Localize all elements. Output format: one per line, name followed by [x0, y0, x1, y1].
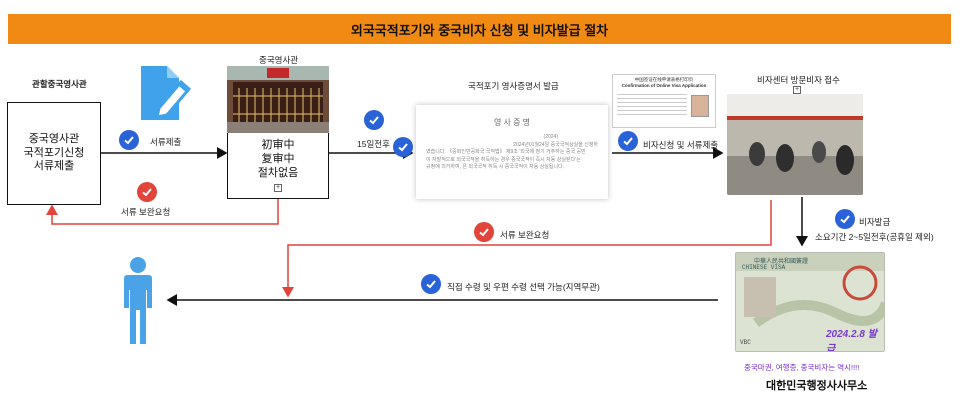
- visa-apply-label: 비자신청 및 서류제출: [643, 140, 719, 150]
- cert-line: 2024년01월24일 중국국적상실을 신청하: [513, 141, 598, 148]
- cert-line: 규정에 의거하여, 은 외국국적 취득 시 중국국적이 자동 상실됩니다.: [426, 164, 565, 170]
- visa-sticker-type: CHINESE VISA: [742, 264, 786, 271]
- days-label: 15일전후: [357, 139, 390, 149]
- status-line: 初审中: [261, 139, 295, 152]
- visa-form-title-en: Confirmation of Online Visa Application: [621, 83, 707, 88]
- cert-label: 국적포기 영사증명서 발급: [468, 81, 559, 91]
- supplement-label-2: 서류 보완요청: [500, 230, 550, 240]
- supplement-label-1: 서류 보완요청: [121, 207, 171, 217]
- cert-line: 였습니다. 《중화인민공화국 국적법》 제9조 '외국에 정기 거주하는 중국 …: [426, 149, 586, 155]
- visa-sticker: 中華人民共和國簽證 CHINESE VISA 2024.2.8 발급 VBC: [735, 252, 885, 352]
- submit-label: 서류제출: [150, 137, 182, 147]
- status-box: 初审中 复审中 절차없음 +: [227, 133, 329, 199]
- document-edit-icon: [141, 66, 192, 120]
- china-consulate-label: 중국영사관: [259, 55, 299, 65]
- visa-mrz: VBC: [740, 339, 751, 346]
- applicant-photo: [691, 95, 709, 117]
- cert-heading: 영 사 증 명: [493, 118, 531, 127]
- visa-period-label: 소요기간 2~5일전후(공휴일 제외): [815, 232, 934, 242]
- footer-tagline: 중국마권, 여행증, 중국비자는 역시!!!!: [744, 363, 860, 372]
- footer-company: 대한민국행정사사무소: [766, 380, 868, 392]
- person-icon: [124, 257, 152, 344]
- visa-form: 中国签证在线申请表格打印页 Confirmation of Online Vis…: [612, 74, 716, 128]
- status-line: 절차없음: [257, 166, 299, 179]
- visa-center-photo: [727, 94, 863, 195]
- check-icon: [474, 222, 494, 242]
- check-icon: [421, 274, 441, 294]
- consulate-box-line: 중국영사관: [28, 132, 80, 145]
- check-icon: [393, 137, 413, 157]
- visa-issue-label: 비자발급: [859, 217, 891, 227]
- receive-label: 직접 수령 및 우편 수령 선택 가능(지역무관): [447, 282, 600, 292]
- visa-issue-stamp: 2024.2.8 발급: [826, 329, 877, 352]
- cert-document: 영 사 증 명 (2024) 2024년01월24일 중국국적상실을 신청하 였…: [416, 105, 608, 199]
- consulate-jurisdiction-label: 관할중국영사관: [32, 79, 87, 89]
- cert-line: 이 자발적으로 외국국적을 취득하는 경우 중국국적이 즉시 자동 상실된다'는: [426, 156, 581, 163]
- cert-line: (2024): [543, 134, 558, 140]
- visa-center-label: 비자센터 방문비자 접수: [757, 75, 840, 85]
- consulate-submit-box: 중국영사관 국적포기신청 서류제출: [7, 102, 101, 205]
- check-icon: [364, 110, 384, 130]
- consulate-box-line: 국적포기신청: [23, 146, 85, 159]
- consulate-box-line: 서류제출: [33, 160, 75, 173]
- check-icon: [618, 131, 638, 151]
- status-line: 复审中: [261, 153, 295, 166]
- expand-icon[interactable]: +: [274, 183, 282, 192]
- consulate-photo: [227, 66, 329, 133]
- check-icon: [137, 182, 157, 202]
- expand-icon[interactable]: +: [793, 86, 801, 94]
- check-icon: [835, 209, 855, 229]
- check-icon: [119, 130, 139, 150]
